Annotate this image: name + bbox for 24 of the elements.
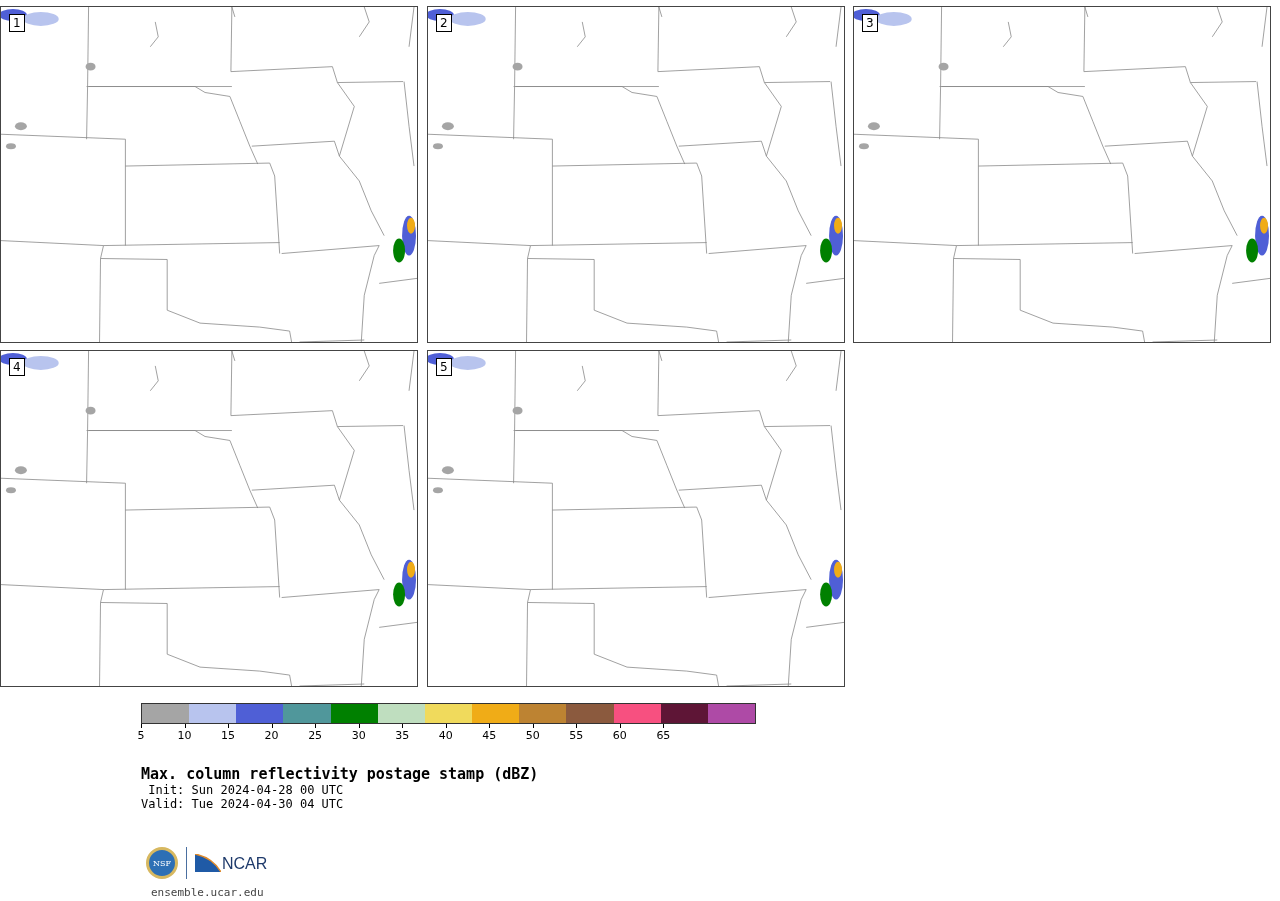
valid-time: Valid: Tue 2024-04-30 04 UTC [141,797,345,811]
tick-label: 25 [308,729,323,742]
tick-label: 60 [612,729,627,742]
member-number: 4 [9,358,25,376]
site-url: ensemble.ucar.edu [151,886,265,899]
member-number: 1 [9,14,25,32]
tick-label: 55 [569,729,584,742]
member-number: 5 [436,358,452,376]
tick-label: 10 [177,729,192,742]
tick-label: 65 [656,729,671,742]
member-number: 3 [862,14,878,32]
chart-title: Max. column reflectivity postage stamp (dBZ) [141,765,540,783]
ncar-logo: NCAR [195,854,268,872]
seal-logo: NSF [146,847,178,879]
tick-label: 50 [525,729,540,742]
tick-label: 35 [395,729,410,742]
tick-label: 5 [137,729,145,742]
tick-label: 45 [482,729,497,742]
tick-label: 20 [264,729,279,742]
tick-label: 40 [438,729,453,742]
init-time: Init: Sun 2024-04-28 00 UTC [147,783,345,797]
tick-label: 30 [351,729,366,742]
tick-label: 15 [221,729,236,742]
member-number: 2 [436,14,452,32]
